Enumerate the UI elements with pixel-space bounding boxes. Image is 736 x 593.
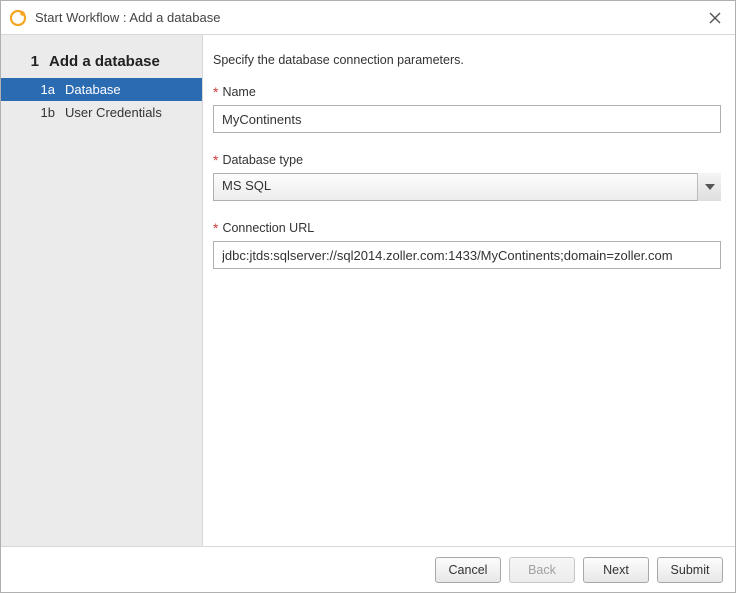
intro-text: Specify the database connection paramete…: [213, 53, 721, 67]
step-title: Add a database: [49, 53, 160, 70]
cancel-button[interactable]: Cancel: [435, 557, 501, 583]
step-number: 1: [21, 53, 39, 70]
connection-url-input[interactable]: [213, 241, 721, 269]
field-database-type: * Database type MS SQL: [213, 153, 721, 201]
dialog-body: 1 Add a database 1a Database 1b User Cre…: [1, 35, 735, 546]
url-label: * Connection URL: [213, 221, 721, 235]
required-icon: *: [213, 221, 218, 235]
label-text: Database type: [222, 153, 303, 167]
dbtype-label: * Database type: [213, 153, 721, 167]
dialog-window: Start Workflow : Add a database 1 Add a …: [0, 0, 736, 593]
submit-button[interactable]: Submit: [657, 557, 723, 583]
substep-number: 1a: [21, 82, 55, 97]
window-title: Start Workflow : Add a database: [35, 10, 705, 25]
sidebar-item-user-credentials[interactable]: 1b User Credentials: [1, 101, 202, 124]
titlebar: Start Workflow : Add a database: [1, 1, 735, 35]
dbtype-select[interactable]: MS SQL: [213, 173, 721, 201]
substep-number: 1b: [21, 105, 55, 120]
next-button[interactable]: Next: [583, 557, 649, 583]
field-name: * Name: [213, 85, 721, 133]
name-label: * Name: [213, 85, 721, 99]
back-button: Back: [509, 557, 575, 583]
wizard-sidebar: 1 Add a database 1a Database 1b User Cre…: [1, 35, 203, 546]
form-panel: Specify the database connection paramete…: [203, 35, 735, 546]
dbtype-value: MS SQL: [213, 173, 721, 201]
app-icon: [9, 9, 27, 27]
substep-label: User Credentials: [65, 105, 162, 120]
label-text: Name: [222, 85, 255, 99]
sidebar-item-database[interactable]: 1a Database: [1, 78, 202, 101]
label-text: Connection URL: [222, 221, 314, 235]
step-heading: 1 Add a database: [1, 49, 202, 78]
close-button[interactable]: [705, 8, 725, 28]
required-icon: *: [213, 85, 218, 99]
substep-label: Database: [65, 82, 121, 97]
field-connection-url: * Connection URL: [213, 221, 721, 269]
name-input[interactable]: [213, 105, 721, 133]
chevron-down-icon: [697, 173, 721, 201]
required-icon: *: [213, 153, 218, 167]
dialog-footer: Cancel Back Next Submit: [1, 546, 735, 592]
